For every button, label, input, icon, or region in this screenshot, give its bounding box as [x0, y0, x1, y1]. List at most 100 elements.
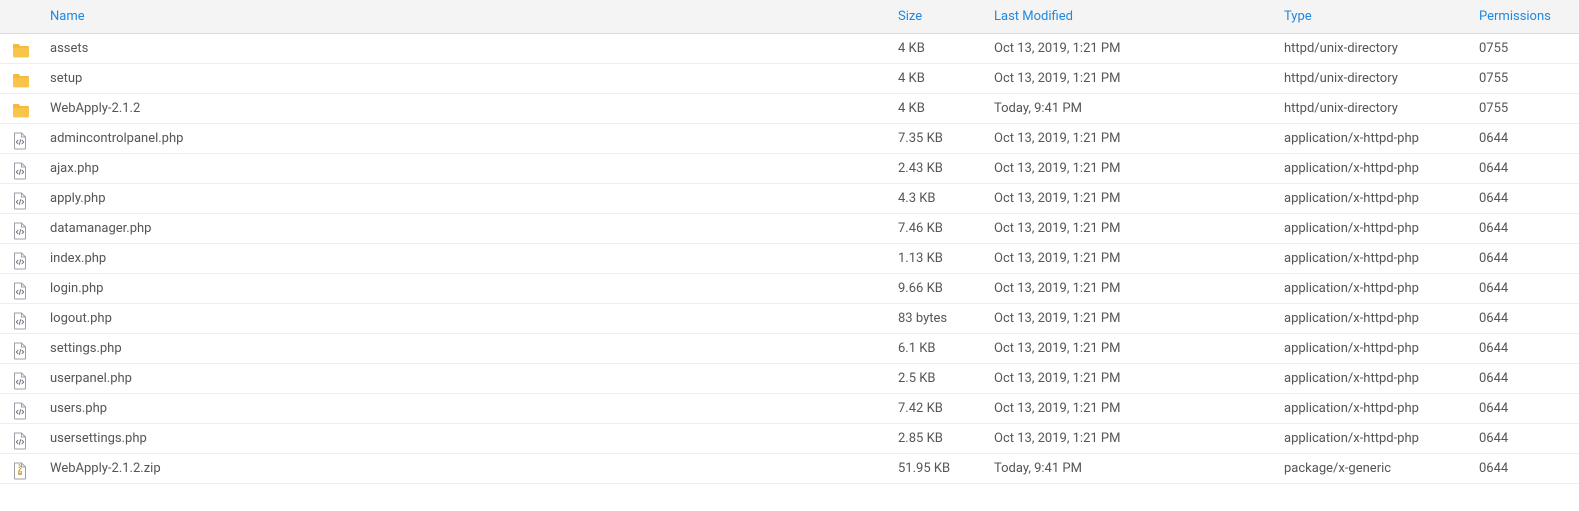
file-modified: Oct 13, 2019, 1:21 PM: [984, 304, 1274, 334]
table-row[interactable]: assets4 KBOct 13, 2019, 1:21 PMhttpd/uni…: [0, 34, 1579, 64]
file-permissions: 0644: [1469, 394, 1579, 424]
table-row[interactable]: logout.php83 bytesOct 13, 2019, 1:21 PMa…: [0, 304, 1579, 334]
file-modified: Oct 13, 2019, 1:21 PM: [984, 274, 1274, 304]
file-name[interactable]: admincontrolpanel.php: [40, 124, 888, 154]
column-header-name[interactable]: Name: [40, 0, 888, 34]
code-file-icon: [0, 184, 40, 214]
table-row[interactable]: usersettings.php2.85 KBOct 13, 2019, 1:2…: [0, 424, 1579, 454]
file-type: httpd/unix-directory: [1274, 64, 1469, 94]
file-modified: Today, 9:41 PM: [984, 454, 1274, 484]
code-file-icon: [0, 334, 40, 364]
file-list-table: Name Size Last Modified Type Permissions…: [0, 0, 1579, 484]
file-size: 51.95 KB: [888, 454, 984, 484]
file-name[interactable]: index.php: [40, 244, 888, 274]
file-size: 7.42 KB: [888, 394, 984, 424]
file-permissions: 0644: [1469, 364, 1579, 394]
file-size: 7.35 KB: [888, 124, 984, 154]
file-permissions: 0644: [1469, 274, 1579, 304]
folder-icon: [0, 94, 40, 124]
file-type: application/x-httpd-php: [1274, 124, 1469, 154]
code-file-icon: [0, 214, 40, 244]
column-header-icon: [0, 0, 40, 34]
code-file-icon: [0, 154, 40, 184]
folder-icon: [0, 34, 40, 64]
table-row[interactable]: settings.php6.1 KBOct 13, 2019, 1:21 PMa…: [0, 334, 1579, 364]
file-size: 4.3 KB: [888, 184, 984, 214]
file-size: 9.66 KB: [888, 274, 984, 304]
file-permissions: 0644: [1469, 454, 1579, 484]
column-header-permissions[interactable]: Permissions: [1469, 0, 1579, 34]
file-size: 1.13 KB: [888, 244, 984, 274]
file-permissions: 0755: [1469, 94, 1579, 124]
file-name[interactable]: ajax.php: [40, 154, 888, 184]
code-file-icon: [0, 304, 40, 334]
table-body: assets4 KBOct 13, 2019, 1:21 PMhttpd/uni…: [0, 34, 1579, 484]
file-modified: Oct 13, 2019, 1:21 PM: [984, 64, 1274, 94]
table-row[interactable]: setup4 KBOct 13, 2019, 1:21 PMhttpd/unix…: [0, 64, 1579, 94]
file-name[interactable]: assets: [40, 34, 888, 64]
file-size: 4 KB: [888, 34, 984, 64]
file-modified: Oct 13, 2019, 1:21 PM: [984, 34, 1274, 64]
column-header-size[interactable]: Size: [888, 0, 984, 34]
file-modified: Oct 13, 2019, 1:21 PM: [984, 244, 1274, 274]
file-type: httpd/unix-directory: [1274, 94, 1469, 124]
column-header-modified[interactable]: Last Modified: [984, 0, 1274, 34]
file-modified: Today, 9:41 PM: [984, 94, 1274, 124]
code-file-icon: [0, 394, 40, 424]
file-modified: Oct 13, 2019, 1:21 PM: [984, 394, 1274, 424]
file-modified: Oct 13, 2019, 1:21 PM: [984, 124, 1274, 154]
file-modified: Oct 13, 2019, 1:21 PM: [984, 364, 1274, 394]
file-size: 4 KB: [888, 94, 984, 124]
table-row[interactable]: admincontrolpanel.php7.35 KBOct 13, 2019…: [0, 124, 1579, 154]
table-row[interactable]: apply.php4.3 KBOct 13, 2019, 1:21 PMappl…: [0, 184, 1579, 214]
table-row[interactable]: WebApply-2.1.24 KBToday, 9:41 PMhttpd/un…: [0, 94, 1579, 124]
archive-file-icon: [0, 454, 40, 484]
file-permissions: 0644: [1469, 424, 1579, 454]
file-type: package/x-generic: [1274, 454, 1469, 484]
folder-icon: [0, 64, 40, 94]
file-name[interactable]: setup: [40, 64, 888, 94]
table-row[interactable]: ajax.php2.43 KBOct 13, 2019, 1:21 PMappl…: [0, 154, 1579, 184]
code-file-icon: [0, 274, 40, 304]
column-header-type[interactable]: Type: [1274, 0, 1469, 34]
file-type: application/x-httpd-php: [1274, 394, 1469, 424]
file-permissions: 0644: [1469, 244, 1579, 274]
file-type: application/x-httpd-php: [1274, 334, 1469, 364]
file-name[interactable]: datamanager.php: [40, 214, 888, 244]
file-permissions: 0644: [1469, 304, 1579, 334]
file-permissions: 0755: [1469, 34, 1579, 64]
file-name[interactable]: usersettings.php: [40, 424, 888, 454]
file-permissions: 0644: [1469, 214, 1579, 244]
file-permissions: 0644: [1469, 124, 1579, 154]
table-row[interactable]: login.php9.66 KBOct 13, 2019, 1:21 PMapp…: [0, 274, 1579, 304]
file-permissions: 0644: [1469, 154, 1579, 184]
file-type: application/x-httpd-php: [1274, 304, 1469, 334]
file-permissions: 0644: [1469, 184, 1579, 214]
table-row[interactable]: users.php7.42 KBOct 13, 2019, 1:21 PMapp…: [0, 394, 1579, 424]
file-permissions: 0644: [1469, 334, 1579, 364]
file-name[interactable]: WebApply-2.1.2.zip: [40, 454, 888, 484]
file-modified: Oct 13, 2019, 1:21 PM: [984, 214, 1274, 244]
code-file-icon: [0, 244, 40, 274]
file-type: application/x-httpd-php: [1274, 184, 1469, 214]
table-row[interactable]: index.php1.13 KBOct 13, 2019, 1:21 PMapp…: [0, 244, 1579, 274]
table-row[interactable]: userpanel.php2.5 KBOct 13, 2019, 1:21 PM…: [0, 364, 1579, 394]
file-type: application/x-httpd-php: [1274, 154, 1469, 184]
file-size: 2.5 KB: [888, 364, 984, 394]
file-type: application/x-httpd-php: [1274, 244, 1469, 274]
file-type: httpd/unix-directory: [1274, 34, 1469, 64]
file-size: 83 bytes: [888, 304, 984, 334]
file-name[interactable]: WebApply-2.1.2: [40, 94, 888, 124]
file-name[interactable]: login.php: [40, 274, 888, 304]
file-size: 2.43 KB: [888, 154, 984, 184]
file-size: 4 KB: [888, 64, 984, 94]
file-name[interactable]: userpanel.php: [40, 364, 888, 394]
table-row[interactable]: WebApply-2.1.2.zip51.95 KBToday, 9:41 PM…: [0, 454, 1579, 484]
file-name[interactable]: settings.php: [40, 334, 888, 364]
file-name[interactable]: users.php: [40, 394, 888, 424]
file-name[interactable]: logout.php: [40, 304, 888, 334]
table-row[interactable]: datamanager.php7.46 KBOct 13, 2019, 1:21…: [0, 214, 1579, 244]
table-header: Name Size Last Modified Type Permissions: [0, 0, 1579, 34]
file-name[interactable]: apply.php: [40, 184, 888, 214]
file-type: application/x-httpd-php: [1274, 214, 1469, 244]
